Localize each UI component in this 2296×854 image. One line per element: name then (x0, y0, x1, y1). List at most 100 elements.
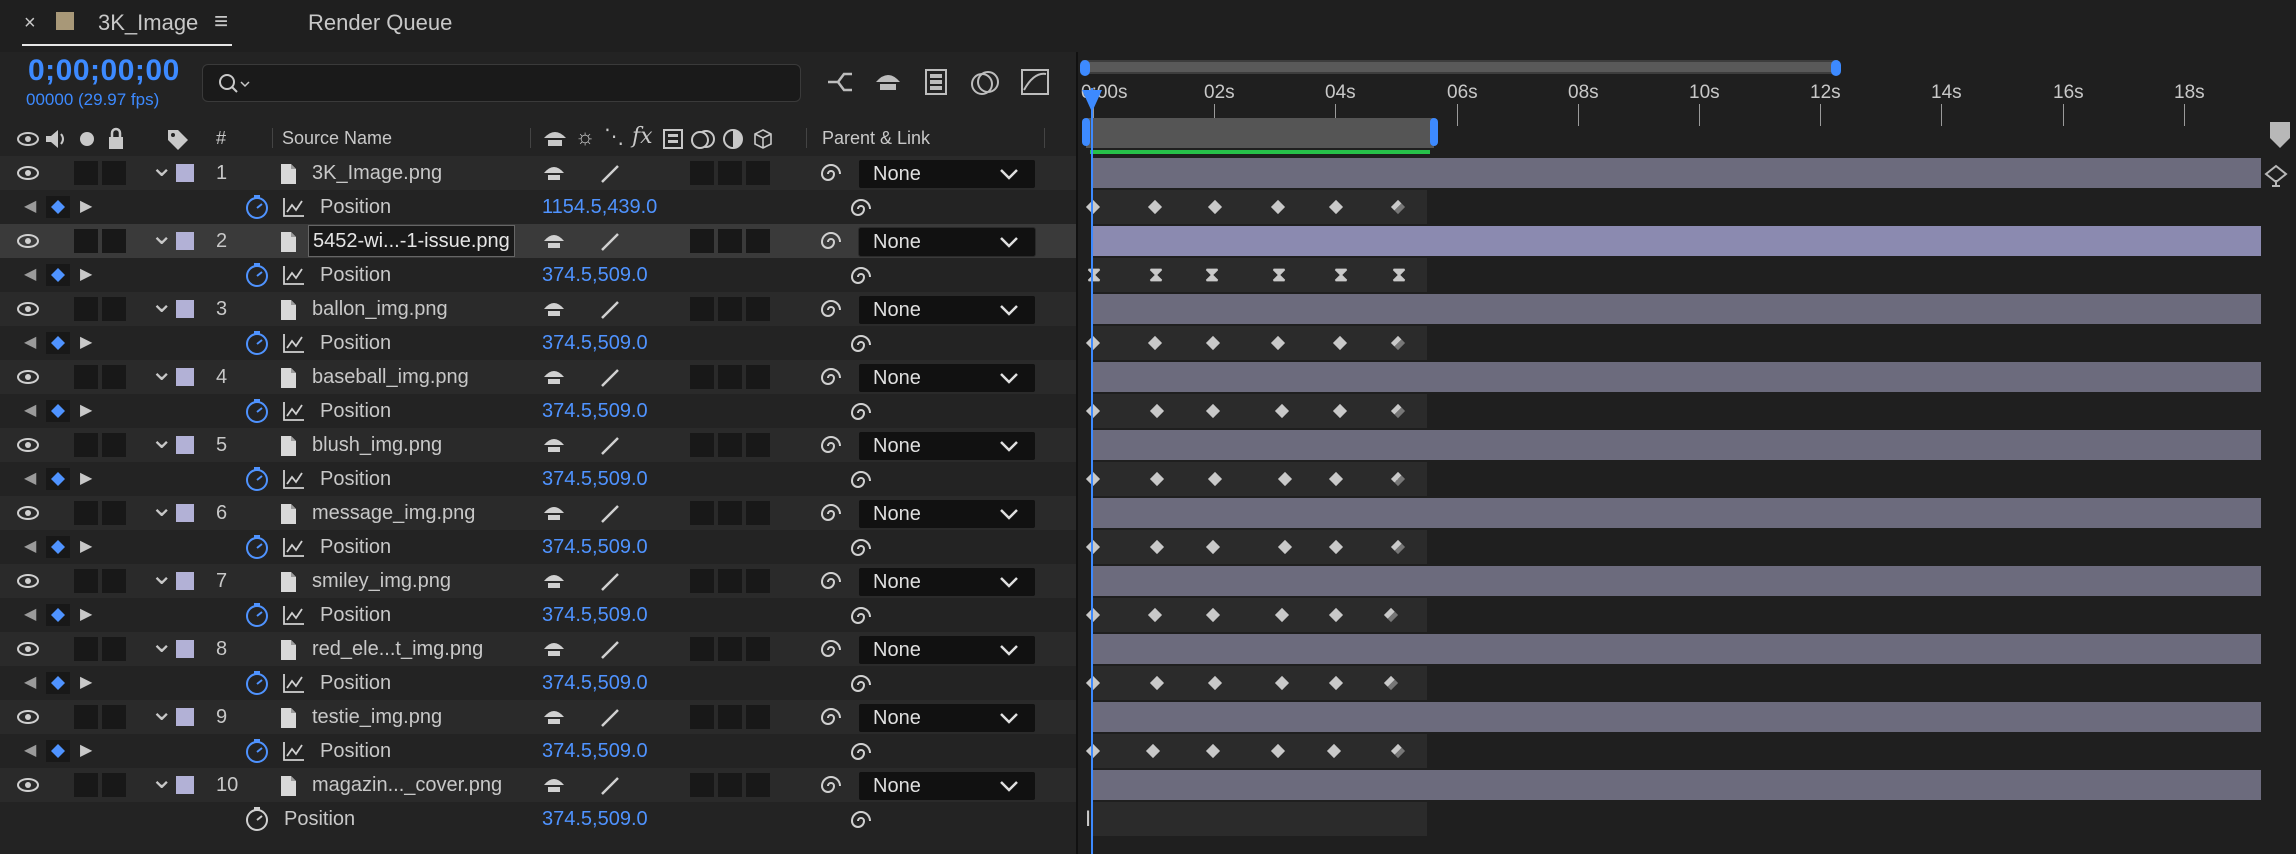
parent-dropdown[interactable]: None (858, 363, 1036, 393)
solo-switch[interactable] (74, 569, 98, 593)
comp-flowchart-icon[interactable] (824, 68, 856, 98)
visibility-eye-icon[interactable] (16, 232, 40, 250)
prev-keyframe-icon[interactable]: ◀ (24, 598, 36, 632)
add-keyframe-icon[interactable] (46, 332, 70, 354)
add-keyframe-icon[interactable] (46, 536, 70, 558)
search-input[interactable] (202, 64, 801, 102)
pick-whip-icon[interactable] (820, 571, 842, 593)
parent-dropdown[interactable]: None (858, 635, 1036, 665)
lock-switch[interactable] (102, 569, 126, 593)
label-color-swatch[interactable] (176, 300, 194, 318)
motion-blur-switch[interactable] (690, 297, 714, 321)
layer-source-name[interactable]: smiley_img.png (312, 564, 451, 598)
video-visibility-icon[interactable] (16, 130, 40, 148)
quality-switch-icon[interactable] (598, 774, 622, 798)
stopwatch-icon[interactable] (244, 602, 270, 628)
lock-switch[interactable] (102, 161, 126, 185)
expression-pick-whip-icon[interactable] (850, 334, 872, 356)
layer-duration-bar[interactable] (1093, 294, 2261, 324)
pick-whip-icon[interactable] (820, 299, 842, 321)
lock-switch[interactable] (102, 229, 126, 253)
graph-icon[interactable] (282, 740, 306, 762)
stopwatch-icon[interactable] (244, 398, 270, 424)
adjustment-switch[interactable] (718, 365, 742, 389)
property-value[interactable]: 374.5,509.0 (542, 462, 648, 496)
visibility-eye-icon[interactable] (16, 164, 40, 182)
lock-switch[interactable] (102, 773, 126, 797)
pick-whip-icon[interactable] (820, 707, 842, 729)
expression-pick-whip-icon[interactable] (850, 402, 872, 424)
layer-source-name[interactable]: 5452-wi...-1-issue.png (308, 225, 515, 257)
current-time-display[interactable]: 0;00;00;00 (28, 54, 180, 88)
quality-switch-icon[interactable] (598, 366, 622, 390)
next-keyframe-icon[interactable]: ▶ (80, 190, 92, 224)
next-keyframe-icon[interactable]: ▶ (80, 462, 92, 496)
prev-keyframe-icon[interactable]: ◀ (24, 734, 36, 768)
hold-keyframe[interactable]: ⧗ (1087, 258, 1101, 292)
add-keyframe-icon[interactable] (46, 264, 70, 286)
quality-switch-icon[interactable] (598, 502, 622, 526)
visibility-eye-icon[interactable] (16, 572, 40, 590)
work-area-end-handle[interactable] (1430, 118, 1438, 146)
quality-switch-icon[interactable] (598, 162, 622, 186)
next-keyframe-icon[interactable]: ▶ (80, 394, 92, 428)
expression-pick-whip-icon[interactable] (850, 810, 872, 832)
current-time-indicator-head[interactable] (1082, 90, 1102, 112)
parent-dropdown[interactable]: None (858, 295, 1036, 325)
add-keyframe-icon[interactable] (46, 740, 70, 762)
shy-layers-icon[interactable] (872, 68, 904, 98)
solo-switch[interactable] (74, 773, 98, 797)
shy-switch-icon[interactable] (542, 300, 566, 320)
property-value[interactable]: 374.5,509.0 (542, 734, 648, 768)
visibility-eye-icon[interactable] (16, 368, 40, 386)
lock-switch[interactable] (102, 637, 126, 661)
time-navigator-range[interactable] (1086, 62, 1834, 72)
quality-switch-icon[interactable] (598, 706, 622, 730)
add-keyframe-icon[interactable] (46, 604, 70, 626)
source-name-column[interactable]: Source Name (282, 128, 392, 149)
hold-keyframe[interactable]: ⧗ (1392, 258, 1406, 292)
twirl-chevron-icon[interactable]: ⌄ (150, 357, 173, 385)
prev-keyframe-icon[interactable]: ◀ (24, 530, 36, 564)
expression-pick-whip-icon[interactable] (850, 470, 872, 492)
property-value[interactable]: 374.5,509.0 (542, 326, 648, 360)
property-value[interactable]: 374.5,509.0 (542, 802, 648, 836)
stopwatch-icon[interactable] (244, 262, 270, 288)
expression-pick-whip-icon[interactable] (850, 538, 872, 560)
pick-whip-icon[interactable] (820, 163, 842, 185)
layer-source-name[interactable]: 3K_Image.png (312, 156, 442, 190)
next-keyframe-icon[interactable]: ▶ (80, 598, 92, 632)
lock-switch[interactable] (102, 297, 126, 321)
quality-switch-icon[interactable] (598, 570, 622, 594)
layer-duration-bar[interactable] (1093, 702, 2261, 732)
stopwatch-icon[interactable] (244, 194, 270, 220)
solo-switch[interactable] (74, 161, 98, 185)
stopwatch-icon[interactable] (244, 330, 270, 356)
prev-keyframe-icon[interactable]: ◀ (24, 326, 36, 360)
expression-pick-whip-icon[interactable] (850, 606, 872, 628)
solo-switch[interactable] (74, 433, 98, 457)
motion-blur-switch[interactable] (690, 161, 714, 185)
prev-keyframe-icon[interactable]: ◀ (24, 258, 36, 292)
prev-keyframe-icon[interactable]: ◀ (24, 462, 36, 496)
motion-blur-icon[interactable] (968, 66, 1002, 98)
label-color-swatch[interactable] (176, 572, 194, 590)
layer-row[interactable]: ⌄ 8 red_ele...t_img.png None (0, 629, 1078, 666)
prev-keyframe-icon[interactable]: ◀ (24, 394, 36, 428)
layer-duration-bar[interactable] (1093, 770, 2261, 800)
layer-row[interactable]: ⌄ 3 ballon_img.png None (0, 289, 1078, 326)
label-color-swatch[interactable] (176, 164, 194, 182)
layer-duration-bar[interactable] (1093, 158, 2261, 188)
twirl-chevron-icon[interactable]: ⌄ (150, 765, 173, 793)
stopwatch-icon[interactable] (244, 738, 270, 764)
pick-whip-icon[interactable] (820, 503, 842, 525)
tab-render-queue[interactable]: Render Queue (308, 10, 452, 36)
add-keyframe-icon[interactable] (46, 672, 70, 694)
solo-icon[interactable] (80, 132, 94, 146)
frame-blending-icon[interactable] (920, 66, 952, 98)
graph-icon[interactable] (282, 400, 306, 422)
twirl-chevron-icon[interactable]: ⌄ (150, 493, 173, 521)
property-row[interactable]: Position 374.5,509.0 (0, 802, 1078, 836)
comp-button-icon[interactable] (2262, 160, 2292, 188)
shy-switch-icon[interactable] (542, 572, 566, 592)
